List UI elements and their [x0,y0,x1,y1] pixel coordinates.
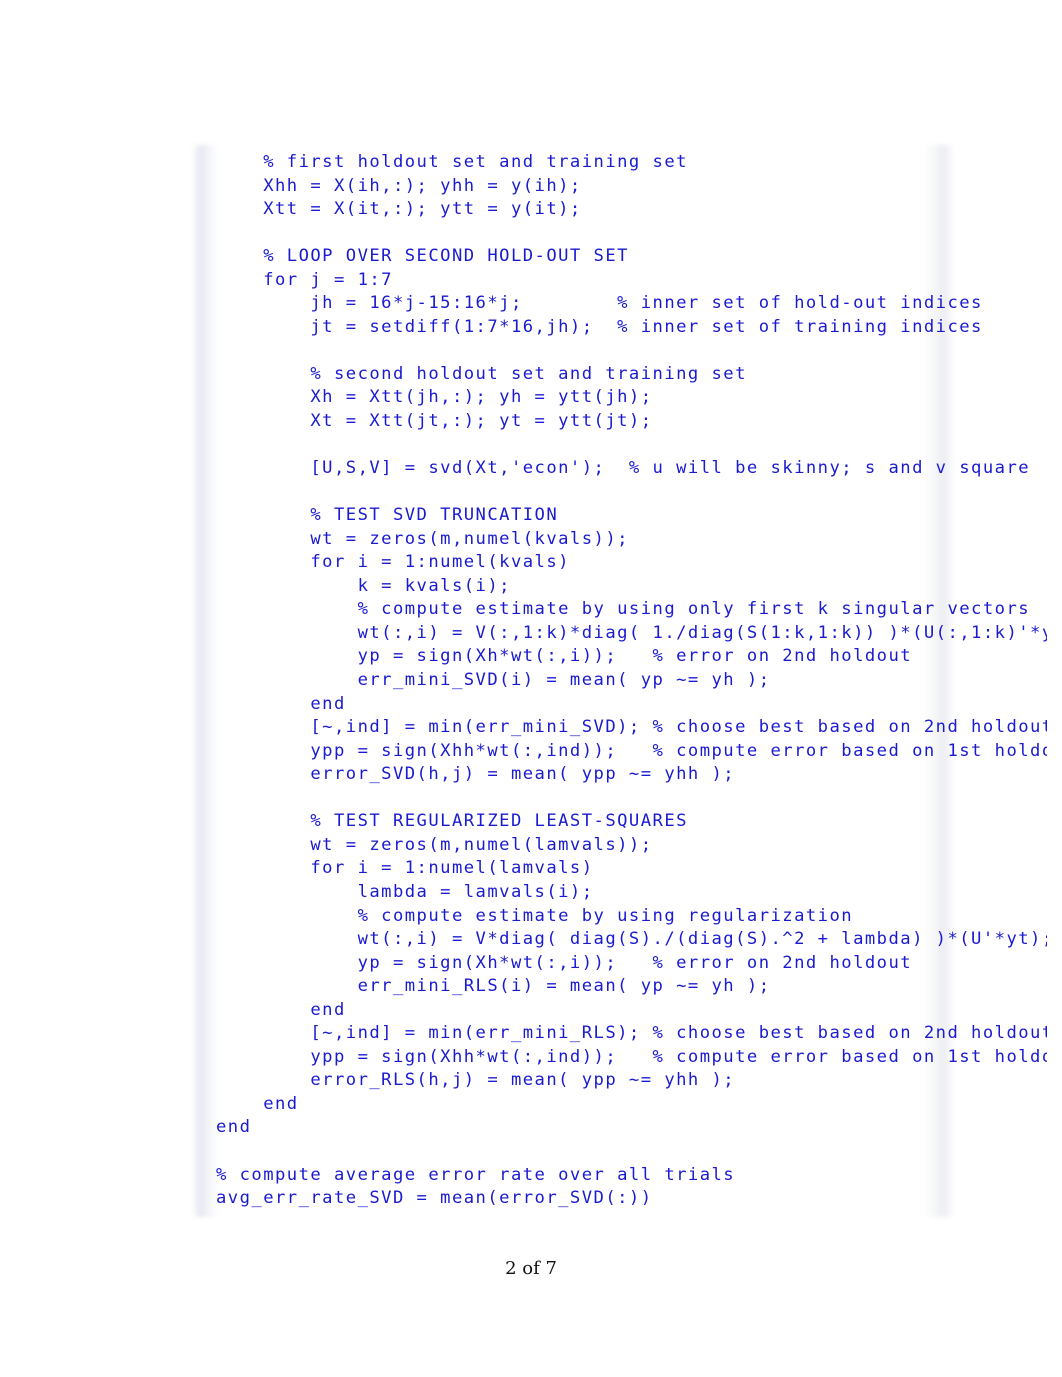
code-line: k = kvals(i); [216,575,511,596]
code-line: % first holdout set and training set [216,152,688,172]
code-line: jt = setdiff(1:7*16,jh); % inner set of … [216,316,983,337]
code-line: [~,ind] = min(err_mini_RLS); % choose be… [216,1023,1047,1044]
code-block: % first holdout set and training set Xhh… [216,151,1047,1221]
code-line: % LOOP OVER SECOND HOLD-OUT SET [216,246,629,267]
code-line: yp = sign(Xh*wt(:,i)); % error on 2nd ho… [216,952,913,973]
code-line: Xt = Xtt(jt,:); yt = ytt(jt); [216,411,653,432]
code-line: [U,S,V] = svd(Xt,'econ'); % u will be sk… [216,458,1031,479]
code-line: end [216,693,346,714]
code-line: lambda = lamvals(i); [216,881,594,902]
page-number: 2 of 7 [505,1258,557,1279]
code-line: error_RLS(h,j) = mean( ypp ~= yhh ); [216,1070,736,1091]
code-line: ypp = sign(Xhh*wt(:,ind)); % compute err… [216,1046,1047,1067]
code-line: % second holdout set and training set [216,363,747,384]
code-line: [~,ind] = min(err_mini_SVD); % choose be… [216,717,1047,738]
code-line: error_SVD(h,j) = mean( ypp ~= yhh ); [216,764,736,785]
code-line: % compute average error rate over all tr… [216,1164,736,1185]
code-line: end [216,1093,299,1114]
code-line: jh = 16*j-15:16*j; % inner set of hold-o… [216,293,983,314]
code-line: end [216,1117,252,1138]
code-line: err_mini_SVD(i) = mean( yp ~= yh ); [216,670,771,691]
code-line: for i = 1:numel(lamvals) [216,858,594,879]
code-line: for i = 1:numel(kvals) [216,552,570,573]
code-line: wt = zeros(m,numel(lamvals)); [216,834,653,855]
code-line: wt(:,i) = V(:,1:k)*diag( 1./diag(S(1:k,1… [216,622,1047,643]
code-line: ypp = sign(Xhh*wt(:,ind)); % compute err… [216,740,1047,761]
code-line: wt(:,i) = V*diag( diag(S)./(diag(S).^2 +… [216,929,1047,950]
code-line: Xh = Xtt(jh,:); yh = ytt(jh); [216,387,653,408]
code-line: yp = sign(Xh*wt(:,i)); % error on 2nd ho… [216,646,913,667]
code-line: % TEST REGULARIZED LEAST-SQUARES [216,811,688,832]
code-line: Xhh = X(ih,:); yhh = y(ih); [216,175,582,196]
code-line: % compute estimate by using only first k… [216,599,1031,620]
code-line: end [216,999,346,1020]
code-line: wt = zeros(m,numel(kvals)); [216,528,629,549]
code-line: Xtt = X(it,:); ytt = y(it); [216,199,582,220]
code-line: % compute estimate by using regularizati… [216,905,854,926]
code-line: % TEST SVD TRUNCATION [216,505,559,526]
code-line: err_mini_RLS(i) = mean( yp ~= yh ); [216,976,771,997]
code-line: for j = 1:7 [216,269,393,290]
code-line: avg_err_rate_SVD = mean(error_SVD(:)) [216,1188,653,1209]
